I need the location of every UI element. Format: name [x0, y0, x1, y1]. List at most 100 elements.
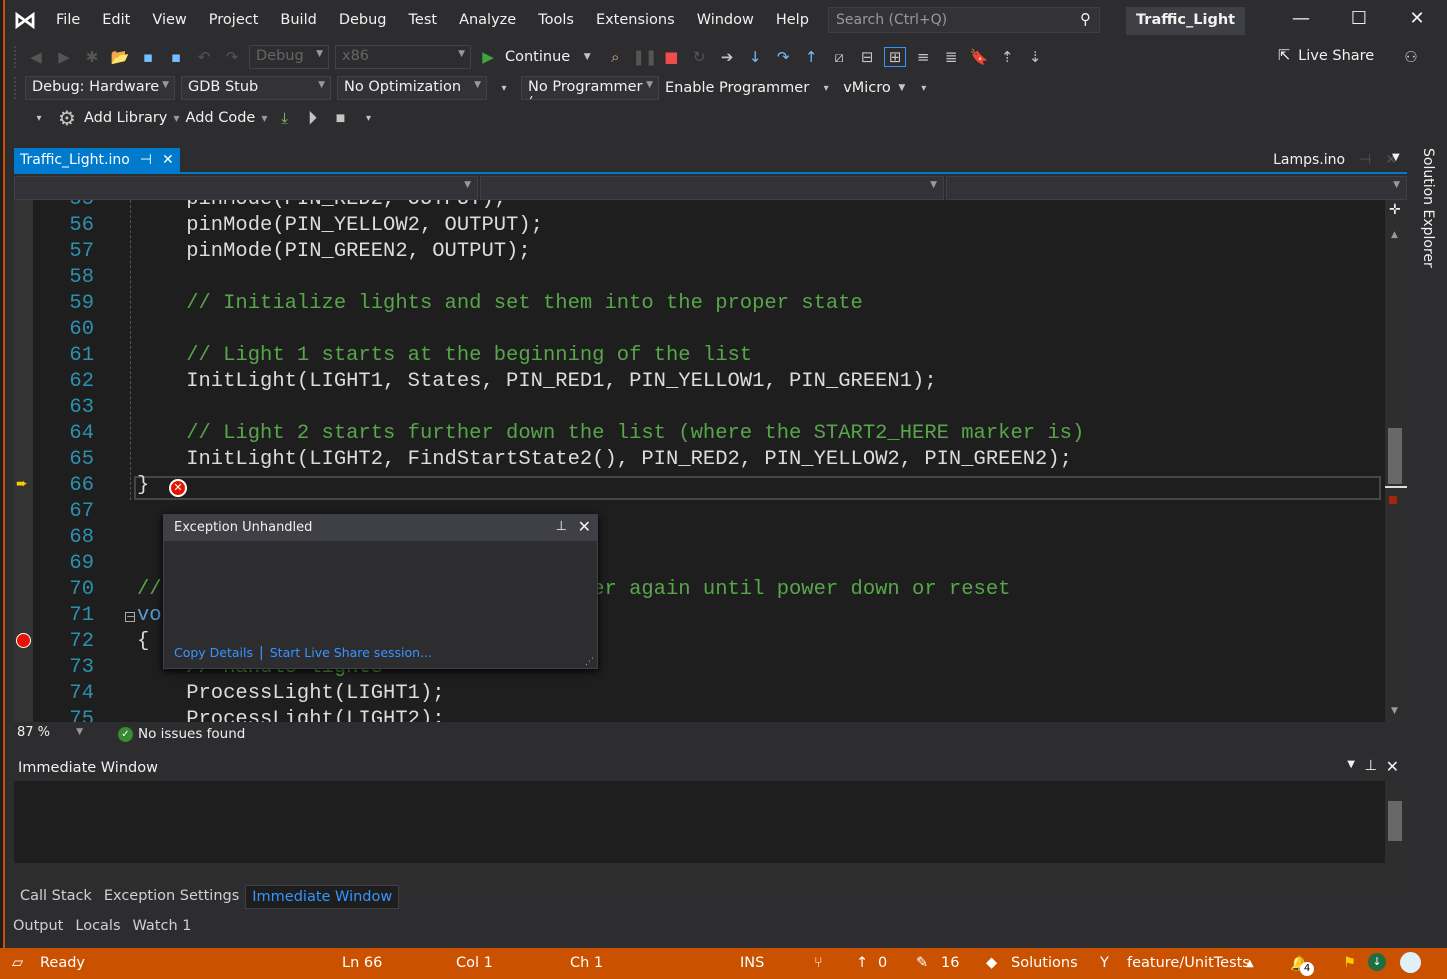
issues-status[interactable]: No issues found — [138, 726, 245, 742]
menu-view[interactable]: View — [141, 12, 197, 28]
code-line[interactable]: 58 — [14, 265, 1385, 291]
search-input[interactable]: Search (Ctrl+Q) ⚲ — [828, 7, 1100, 33]
menu-help[interactable]: Help — [765, 12, 820, 28]
breakpoints-icon[interactable]: ⧄ — [828, 48, 850, 66]
programmer-select[interactable]: No Programmer (▼ — [521, 76, 659, 100]
menu-file[interactable]: File — [45, 12, 91, 28]
chevron-down-icon[interactable]: ▼ — [1347, 759, 1355, 770]
pause-icon[interactable]: ❚❚ — [632, 48, 657, 66]
menu-extensions[interactable]: Extensions — [585, 12, 686, 28]
close-icon[interactable]: ✕ — [1386, 757, 1399, 776]
optimization-select[interactable]: No Optimization ▼ — [337, 76, 487, 100]
step-out-icon[interactable]: ↑ — [800, 48, 822, 66]
close-icon[interactable]: ✕ — [162, 152, 174, 170]
restart-icon[interactable]: ↻ — [688, 48, 710, 66]
scrollbar-thumb[interactable] — [1388, 428, 1402, 484]
prev-bookmark-icon[interactable]: ⇡ — [996, 48, 1018, 66]
gear-icon[interactable]: ⚙ — [56, 106, 78, 130]
status-column[interactable]: Col 1 — [456, 955, 493, 971]
status-line[interactable]: Ln 66 — [342, 955, 382, 971]
pin-icon[interactable]: ⊣ — [140, 152, 152, 170]
upload-icon[interactable]: ⤓ — [274, 109, 296, 127]
chevron-down-icon[interactable]: ▼ — [576, 52, 598, 62]
tab-immediate-window[interactable]: Immediate Window — [245, 885, 400, 909]
code-line[interactable]: 64 // Light 2 starts further down the li… — [14, 421, 1385, 447]
platform-select[interactable]: x86 ▼ — [335, 45, 471, 69]
download-icon[interactable]: ↓ — [1368, 953, 1386, 971]
immediate-horizontal-scrollbar[interactable] — [14, 863, 1407, 885]
open-folder-icon[interactable]: 📂 — [109, 48, 131, 66]
debug-mode-select[interactable]: Debug: Hardware ▼ — [25, 76, 175, 100]
code-line[interactable]: 63 — [14, 395, 1385, 421]
minimize-button[interactable]: — — [1286, 8, 1316, 29]
resize-grip-icon[interactable]: ⋰ — [585, 657, 594, 667]
toolbar-grip[interactable] — [14, 77, 19, 99]
tab-call-stack[interactable]: Call Stack — [14, 885, 98, 909]
code-line[interactable]: 65 InitLight(LIGHT2, FindStartState2(), … — [14, 447, 1385, 473]
split-icon[interactable]: ✛ — [1389, 202, 1401, 218]
tab-exception-settings[interactable]: Exception Settings — [98, 885, 245, 909]
toolbar-grip[interactable] — [14, 46, 19, 68]
menu-tools[interactable]: Tools — [527, 12, 585, 28]
stop-circle-icon[interactable]: ⏹ — [330, 107, 352, 129]
code-line[interactable]: 61 // Light 1 starts at the beginning of… — [14, 343, 1385, 369]
menu-test[interactable]: Test — [398, 12, 449, 28]
play-circle-icon[interactable]: ⏵ — [302, 107, 324, 129]
collapse-icon[interactable]: − — [125, 611, 135, 622]
scroll-up-icon[interactable]: ▲ — [1391, 230, 1398, 240]
status-changes[interactable]: 16 — [941, 955, 959, 971]
code-line[interactable]: 56 pinMode(PIN_YELLOW2, OUTPUT); — [14, 213, 1385, 239]
status-insert-mode[interactable]: INS — [740, 955, 764, 971]
copy-details-link[interactable]: Copy Details — [174, 645, 253, 661]
redo-icon[interactable]: ↷ — [221, 48, 243, 66]
status-unpushed[interactable]: 0 — [878, 955, 887, 971]
stop-icon[interactable]: ■ — [660, 48, 682, 66]
code-line[interactable]: 66} — [14, 473, 1385, 499]
immediate-input[interactable] — [14, 781, 1385, 863]
code-line[interactable]: 75 ProcessLight(LIGHT2); — [14, 707, 1385, 722]
continue-button[interactable]: Continue — [505, 49, 570, 65]
tab-overflow-icon[interactable]: ▼ — [1392, 152, 1400, 163]
code-line[interactable]: 59 // Initialize lights and set them int… — [14, 291, 1385, 317]
toolbar-overflow-icon[interactable]: ▾ — [815, 83, 837, 94]
tab-watch-1[interactable]: Watch 1 — [127, 915, 198, 937]
status-solutions[interactable]: Solutions — [1011, 955, 1078, 971]
status-char[interactable]: Ch 1 — [570, 955, 603, 971]
toolbar-overflow-icon[interactable]: ▾ — [28, 113, 50, 124]
status-branch[interactable]: feature/UnitTests — [1127, 955, 1250, 971]
maximize-button[interactable]: ☐ — [1344, 8, 1374, 29]
indent-icon[interactable]: ≡ — [912, 48, 934, 66]
pin-icon[interactable]: ⊣ — [1359, 152, 1371, 168]
next-bookmark-icon[interactable]: ⇣ — [1024, 48, 1046, 66]
threads-icon[interactable]: ⊟ — [856, 48, 878, 66]
close-window-button[interactable]: ✕ — [1402, 8, 1432, 29]
add-code-menu[interactable]: Add Code — [186, 110, 256, 126]
add-library-menu[interactable]: Add Library — [84, 110, 167, 126]
editor-vertical-scrollbar[interactable]: ✛ ▲ ▼ — [1385, 200, 1407, 722]
forward-icon[interactable]: ▶ — [53, 48, 75, 66]
vmicro-menu[interactable]: vMicro — [843, 80, 891, 96]
undo-icon[interactable]: ↶ — [193, 48, 215, 66]
pull-request-icon[interactable]: ⑂ — [814, 955, 823, 971]
tab-locals[interactable]: Locals — [69, 915, 126, 937]
code-line[interactable]: 55 pinMode(PIN_RED2, OUTPUT); — [14, 200, 1385, 213]
pin-icon[interactable]: ⊥ — [556, 519, 567, 534]
zoom-select[interactable]: 87 % ▼ — [14, 724, 88, 744]
toolbar-overflow-icon[interactable]: ▾ — [913, 83, 935, 94]
code-line[interactable]: 60 — [14, 317, 1385, 343]
back-icon[interactable]: ◀ — [25, 48, 47, 66]
menu-edit[interactable]: Edit — [91, 12, 141, 28]
save-icon[interactable]: ▪ — [137, 48, 159, 66]
avatar[interactable] — [1400, 952, 1421, 973]
menu-window[interactable]: Window — [686, 12, 765, 28]
live-share-button[interactable]: ⇱ Live Share — [1278, 48, 1374, 64]
pin-icon[interactable]: ⊥ — [1364, 758, 1377, 774]
close-icon[interactable]: ✕ — [578, 517, 591, 536]
feedback-flag-icon[interactable]: ⚑ — [1343, 955, 1356, 971]
code-line[interactable]: 57 pinMode(PIN_GREEN2, OUTPUT); — [14, 239, 1385, 265]
configuration-select[interactable]: Debug ▼ — [249, 45, 329, 69]
solution-explorer-tab[interactable]: Solution Explorer — [1408, 148, 1436, 268]
tab-lamps-ino[interactable]: Lamps.ino ⊣ ✕ — [1273, 152, 1397, 168]
new-project-icon[interactable]: ✱ — [81, 48, 103, 66]
step-over-icon[interactable]: ↷ — [772, 48, 794, 66]
